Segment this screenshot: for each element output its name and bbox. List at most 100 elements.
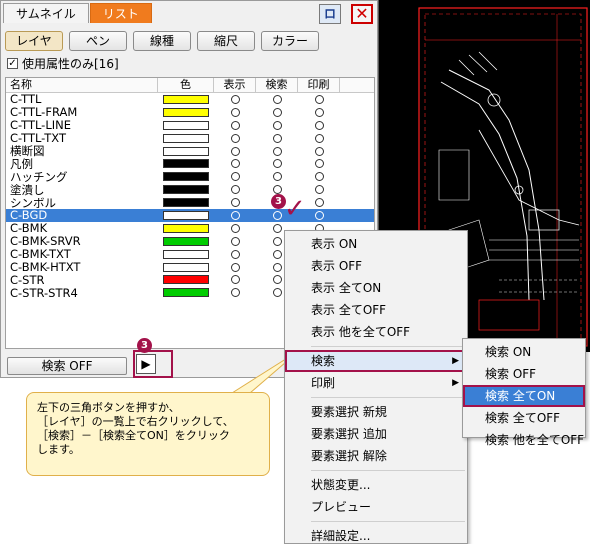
tab-list[interactable]: リスト: [89, 3, 152, 23]
search-radio[interactable]: [272, 249, 282, 259]
used-only-checkbox[interactable]: ✓: [7, 58, 18, 69]
context-menu-item[interactable]: 表示 全てON: [285, 277, 467, 299]
layer-row[interactable]: C-TTL: [6, 93, 374, 106]
layer-row[interactable]: C-TTL-TXT: [6, 132, 374, 145]
display-cell[interactable]: [214, 236, 256, 246]
display-radio[interactable]: [230, 223, 240, 233]
context-menu-item[interactable]: 詳細設定...: [285, 525, 467, 544]
layer-color-cell[interactable]: [158, 223, 214, 233]
display-radio[interactable]: [230, 262, 240, 272]
layer-color-cell[interactable]: [158, 249, 214, 259]
search-radio[interactable]: [272, 146, 282, 156]
print-radio[interactable]: [314, 159, 324, 169]
search-radio[interactable]: [272, 172, 282, 182]
layer-filter-button[interactable]: レイヤ: [5, 31, 63, 51]
search-cell[interactable]: [256, 120, 298, 130]
print-cell[interactable]: [298, 133, 340, 143]
search-radio[interactable]: [272, 210, 282, 220]
print-cell[interactable]: [298, 107, 340, 117]
column-search[interactable]: 検索: [256, 78, 298, 92]
search-radio[interactable]: [272, 133, 282, 143]
column-print[interactable]: 印刷: [298, 78, 340, 92]
print-radio[interactable]: [314, 198, 324, 208]
context-menu-item[interactable]: 表示 他を全てOFF: [285, 321, 467, 343]
display-cell[interactable]: [214, 159, 256, 169]
layer-color-cell[interactable]: [158, 120, 214, 130]
layer-color-cell[interactable]: [158, 185, 214, 195]
context-menu-item[interactable]: 要素選択 新規: [285, 401, 467, 423]
search-radio[interactable]: [272, 94, 282, 104]
print-cell[interactable]: [298, 146, 340, 156]
search-cell[interactable]: [256, 146, 298, 156]
search-radio[interactable]: [272, 120, 282, 130]
layer-row[interactable]: 凡例: [6, 157, 374, 170]
search-cell[interactable]: [256, 172, 298, 182]
submenu-item[interactable]: 検索 全てON: [463, 385, 585, 407]
print-radio[interactable]: [314, 185, 324, 195]
print-cell[interactable]: [298, 185, 340, 195]
display-cell[interactable]: [214, 172, 256, 182]
display-cell[interactable]: [214, 107, 256, 117]
print-cell[interactable]: [298, 159, 340, 169]
display-radio[interactable]: [230, 185, 240, 195]
print-radio[interactable]: [314, 146, 324, 156]
display-radio[interactable]: [230, 133, 240, 143]
display-cell[interactable]: [214, 94, 256, 104]
search-radio[interactable]: [272, 107, 282, 117]
display-radio[interactable]: [230, 275, 240, 285]
layer-row[interactable]: C-BGD: [6, 209, 374, 222]
submenu-item[interactable]: 検索 OFF: [463, 363, 585, 385]
display-cell[interactable]: [214, 275, 256, 285]
search-radio[interactable]: [272, 275, 282, 285]
context-menu-item[interactable]: 状態変更...: [285, 474, 467, 496]
layer-color-cell[interactable]: [158, 288, 214, 298]
layer-color-cell[interactable]: [158, 172, 214, 182]
layer-row[interactable]: C-TTL-LINE: [6, 119, 374, 132]
display-cell[interactable]: [214, 262, 256, 272]
print-radio[interactable]: [314, 120, 324, 130]
layer-color-cell[interactable]: [158, 236, 214, 246]
layer-row[interactable]: ハッチング: [6, 170, 374, 183]
search-cell[interactable]: [256, 159, 298, 169]
context-menu-item[interactable]: 検索 ▶: [285, 350, 467, 372]
layer-color-cell[interactable]: [158, 159, 214, 169]
context-menu-item[interactable]: 要素選択 解除: [285, 445, 467, 467]
search-radio[interactable]: [272, 262, 282, 272]
layer-row[interactable]: C-TTL-FRAM: [6, 106, 374, 119]
layer-color-cell[interactable]: [158, 146, 214, 156]
print-radio[interactable]: [314, 210, 324, 220]
display-cell[interactable]: [214, 223, 256, 233]
display-cell[interactable]: [214, 120, 256, 130]
search-radio[interactable]: [272, 223, 282, 233]
pin-button[interactable]: ロ: [319, 4, 341, 24]
scale-filter-button[interactable]: 縮尺: [197, 31, 255, 51]
display-cell[interactable]: [214, 198, 256, 208]
display-cell[interactable]: [214, 133, 256, 143]
submenu-item[interactable]: 検索 他を全てOFF: [463, 429, 585, 451]
search-radio[interactable]: [272, 288, 282, 298]
display-radio[interactable]: [230, 120, 240, 130]
layer-row[interactable]: 横断図: [6, 145, 374, 158]
column-name[interactable]: 名称: [6, 78, 158, 92]
print-radio[interactable]: [314, 94, 324, 104]
layer-color-cell[interactable]: [158, 275, 214, 285]
print-radio[interactable]: [314, 133, 324, 143]
display-radio[interactable]: [230, 210, 240, 220]
layer-color-cell[interactable]: [158, 210, 214, 220]
search-cell[interactable]: [256, 94, 298, 104]
search-off-button[interactable]: 検索 OFF: [7, 357, 127, 375]
layer-color-cell[interactable]: [158, 262, 214, 272]
display-radio[interactable]: [230, 236, 240, 246]
display-radio[interactable]: [230, 146, 240, 156]
submenu-item[interactable]: 検索 ON: [463, 341, 585, 363]
display-radio[interactable]: [230, 249, 240, 259]
search-cell[interactable]: [256, 133, 298, 143]
display-cell[interactable]: [214, 146, 256, 156]
pen-filter-button[interactable]: ペン: [69, 31, 127, 51]
display-radio[interactable]: [230, 107, 240, 117]
display-radio[interactable]: [230, 159, 240, 169]
layer-color-cell[interactable]: [158, 198, 214, 208]
print-cell[interactable]: [298, 172, 340, 182]
used-only-option[interactable]: ✓ 使用属性のみ[16]: [7, 55, 119, 72]
display-cell[interactable]: [214, 249, 256, 259]
